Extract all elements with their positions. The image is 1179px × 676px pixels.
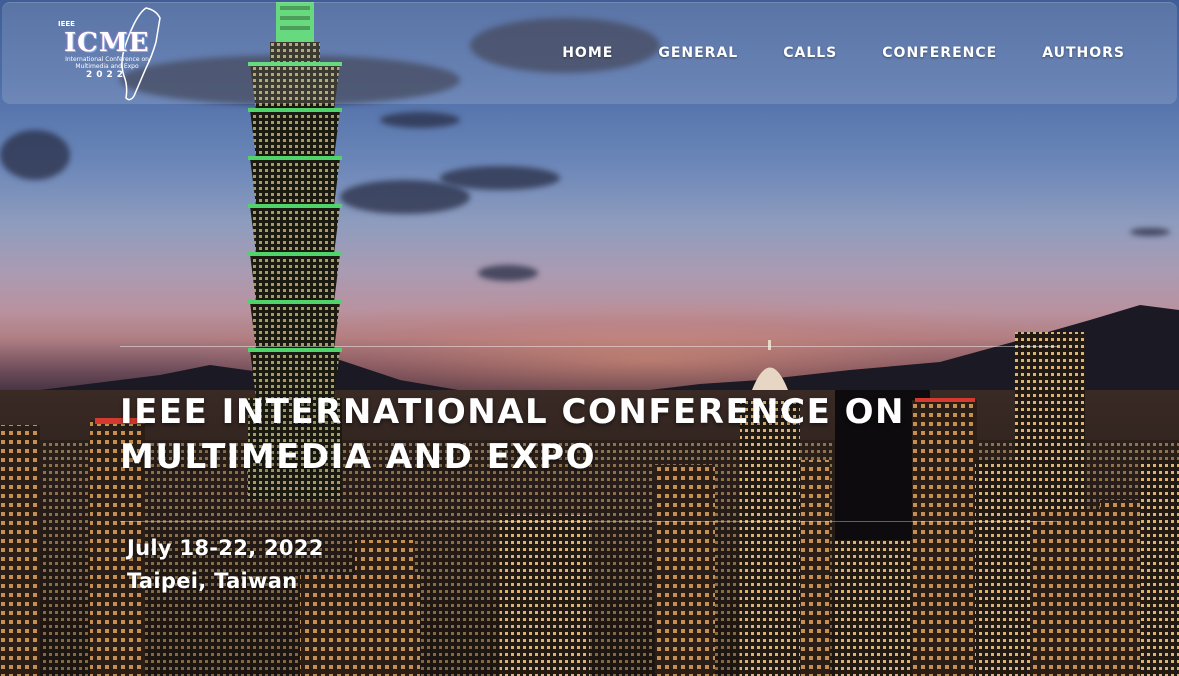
icme-logo[interactable]: IEEE ICME International Conference on Mu… [54, 4, 166, 104]
cloud [1130, 228, 1170, 236]
cloud [440, 166, 560, 190]
main-nav: HOME GENERAL CALLS CONFERENCE AUTHORS [517, 45, 1125, 61]
cloud [0, 130, 70, 180]
nav-general[interactable]: GENERAL [658, 45, 738, 61]
logo-year: 2022 [86, 70, 128, 80]
nav-calls[interactable]: CALLS [783, 45, 837, 61]
city-skyline [0, 332, 1179, 676]
cloud [380, 112, 460, 128]
logo-subtitle: International Conference on Multimedia a… [65, 56, 149, 70]
cloud [340, 180, 470, 214]
divider-top [120, 346, 1058, 347]
conference-date: July 18-22, 2022 [127, 536, 324, 560]
nav-conference[interactable]: CONFERENCE [882, 45, 997, 61]
conference-location: Taipei, Taiwan [127, 569, 298, 593]
conference-title: IEEE INTERNATIONAL CONFERENCE ON MULTIME… [120, 392, 906, 477]
nav-home[interactable]: HOME [562, 45, 613, 61]
logo-ieee-text: IEEE [58, 20, 75, 28]
divider-bottom [120, 521, 1058, 522]
nav-authors[interactable]: AUTHORS [1042, 45, 1125, 61]
top-navbar: IEEE ICME International Conference on Mu… [2, 2, 1177, 104]
cloud [478, 265, 538, 281]
logo-acronym: ICME [64, 28, 150, 58]
